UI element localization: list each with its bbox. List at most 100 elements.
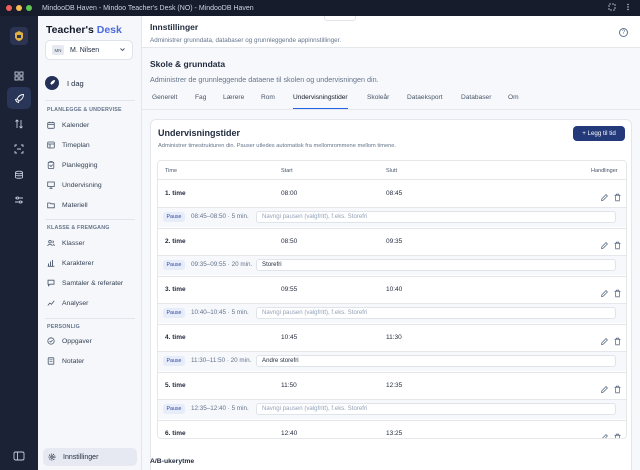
ab-week-heading: A/B-ukerytme	[150, 458, 195, 465]
edit-icon[interactable]	[600, 237, 609, 249]
rocket-icon	[14, 93, 24, 103]
period-start[interactable]: 08:50	[281, 238, 297, 245]
edit-icon[interactable]	[600, 285, 609, 297]
tab-fag[interactable]: Fag	[195, 94, 206, 109]
sidebar-toggle-button[interactable]	[13, 449, 25, 461]
nav-item-klasser[interactable]: Klasser	[47, 239, 85, 247]
delete-icon[interactable]	[613, 285, 622, 298]
user-selector[interactable]: MN M. Nilsen	[45, 40, 133, 60]
delete-icon[interactable]	[613, 333, 622, 346]
delete-icon[interactable]	[613, 237, 622, 250]
pause-time: 11:30–11:50 · 20 min.	[191, 357, 252, 364]
pause-name-input[interactable]: Storefri	[256, 259, 616, 271]
period-start[interactable]: 11:50	[281, 382, 297, 389]
more-icon[interactable]	[624, 3, 632, 11]
divider	[158, 276, 626, 277]
nav-item-oppgaver[interactable]: Oppgaver	[47, 337, 92, 345]
period-start[interactable]: 12:40	[281, 430, 297, 437]
sidebar: Teacher's Desk MN M. Nilsen I dag PLANLE…	[38, 16, 142, 470]
tab-skolear[interactable]: Skoleår	[367, 94, 389, 109]
pause-name-input[interactable]: Navngi pausen (valgfritt), f.eks. Storef…	[256, 307, 616, 319]
edit-icon[interactable]	[600, 333, 609, 345]
period-end[interactable]: 09:35	[386, 238, 402, 245]
period-start[interactable]: 09:55	[281, 286, 297, 293]
rocket-icon	[45, 76, 59, 90]
sidebar-toggle-icon	[13, 451, 25, 461]
nav-item-label: Undervisning	[62, 181, 102, 189]
periods-card: Undervisningstider Administrer timestruk…	[150, 119, 632, 470]
edit-icon[interactable]	[600, 429, 609, 438]
gear-icon	[48, 453, 56, 461]
calendar-icon	[47, 121, 55, 129]
card-subtitle: Administrer timestrukturen din. Pauser u…	[158, 143, 397, 149]
tab-dataeksport[interactable]: Dataeksport	[407, 94, 443, 109]
nav-item-label: Materiell	[62, 201, 88, 209]
nav-item-notater[interactable]: Notater	[47, 357, 84, 365]
pause-name-input[interactable]: Andre storefri	[256, 355, 616, 367]
add-period-button[interactable]: + Legg til tid	[573, 126, 625, 141]
rail-scan-button[interactable]	[7, 138, 31, 160]
periods-table: Time Start Slutt Handlinger 1. time 08:00…	[157, 160, 627, 439]
edit-icon[interactable]	[600, 189, 609, 201]
pause-badge: Pause	[163, 212, 185, 222]
pause-row: Pause 10:40–10:45 · 5 min. Navngi pausen (…	[158, 304, 626, 323]
nav-item-undervisning[interactable]: Undervisning	[47, 181, 102, 189]
rail-sync-button[interactable]	[7, 113, 31, 135]
swap-vertical-icon	[15, 119, 23, 129]
rail-database-button[interactable]	[7, 164, 31, 186]
nav-item-karakterer[interactable]: Karakterer	[47, 259, 94, 267]
page-title: Innstillinger	[150, 22, 199, 32]
maximize-window-button[interactable]	[26, 5, 32, 11]
nav-today[interactable]: I dag	[45, 76, 84, 90]
tab-undervisningstider[interactable]: Undervisningstider	[293, 94, 348, 109]
pause-time: 08:45–08:50 · 5 min.	[191, 213, 249, 220]
delete-icon[interactable]	[613, 189, 622, 202]
pause-name-input[interactable]: Navngi pausen (valgfritt), f.eks. Storef…	[256, 403, 616, 415]
rail-launch-button[interactable]	[7, 87, 31, 109]
nav-item-timeplan[interactable]: Timeplan	[47, 141, 90, 149]
edit-icon[interactable]	[600, 381, 609, 393]
delete-icon[interactable]	[613, 429, 622, 438]
nav-item-analyser[interactable]: Analyser	[47, 299, 88, 307]
rail-sliders-button[interactable]	[7, 189, 31, 211]
nav-item-settings[interactable]: Innstillinger	[43, 448, 137, 466]
nav-item-kalender[interactable]: Kalender	[47, 121, 89, 129]
period-start[interactable]: 08:00	[281, 190, 297, 197]
popout-icon[interactable]	[608, 3, 616, 11]
pause-time: 10:40–10:45 · 5 min.	[191, 309, 249, 316]
nav-item-planlegging[interactable]: Planlegging	[47, 161, 98, 169]
period-end[interactable]: 08:45	[386, 190, 402, 197]
tab-generelt[interactable]: Generelt	[152, 94, 177, 109]
period-end[interactable]: 13:25	[386, 430, 402, 437]
pause-row: Pause 08:45–08:50 · 5 min. Navngi pausen (…	[158, 208, 626, 227]
period-end[interactable]: 11:30	[386, 334, 402, 341]
divider	[45, 219, 135, 220]
period-end[interactable]: 10:40	[386, 286, 402, 293]
minimize-window-button[interactable]	[16, 5, 22, 11]
tab-laerere[interactable]: Lærere	[223, 94, 244, 109]
tab-rom[interactable]: Rom	[261, 94, 275, 109]
period-start[interactable]: 10:45	[281, 334, 297, 341]
pause-badge: Pause	[163, 308, 185, 318]
rail-dashboard-button[interactable]	[7, 65, 31, 87]
delete-icon[interactable]	[613, 381, 622, 394]
section-subtitle: Administrer de grunnleggende dataene til…	[150, 75, 379, 84]
pause-name-input[interactable]: Navngi pausen (valgfritt), f.eks. Storef…	[256, 211, 616, 223]
bar-chart-icon	[47, 260, 55, 267]
nav-item-materiell[interactable]: Materiell	[47, 201, 88, 209]
period-end[interactable]: 12:35	[386, 382, 402, 389]
nav-item-samtaler[interactable]: Samtaler & referater	[47, 279, 123, 287]
main-content: Innstillinger Administrer grunndata, dat…	[142, 16, 640, 470]
sliders-icon	[15, 196, 23, 204]
tab-om[interactable]: Om	[508, 94, 519, 109]
chat-icon	[47, 279, 55, 287]
drag-handle[interactable]	[324, 16, 356, 21]
tab-databaser[interactable]: Databaser	[461, 94, 491, 109]
period-name: 6. time	[165, 430, 186, 437]
close-window-button[interactable]	[6, 5, 12, 11]
help-icon[interactable]: ?	[619, 28, 628, 37]
pause-row: Pause 09:35–09:55 · 20 min. Storefri	[158, 256, 626, 275]
analytics-icon	[47, 300, 55, 306]
presentation-icon	[47, 181, 55, 189]
icon-rail	[0, 16, 38, 470]
